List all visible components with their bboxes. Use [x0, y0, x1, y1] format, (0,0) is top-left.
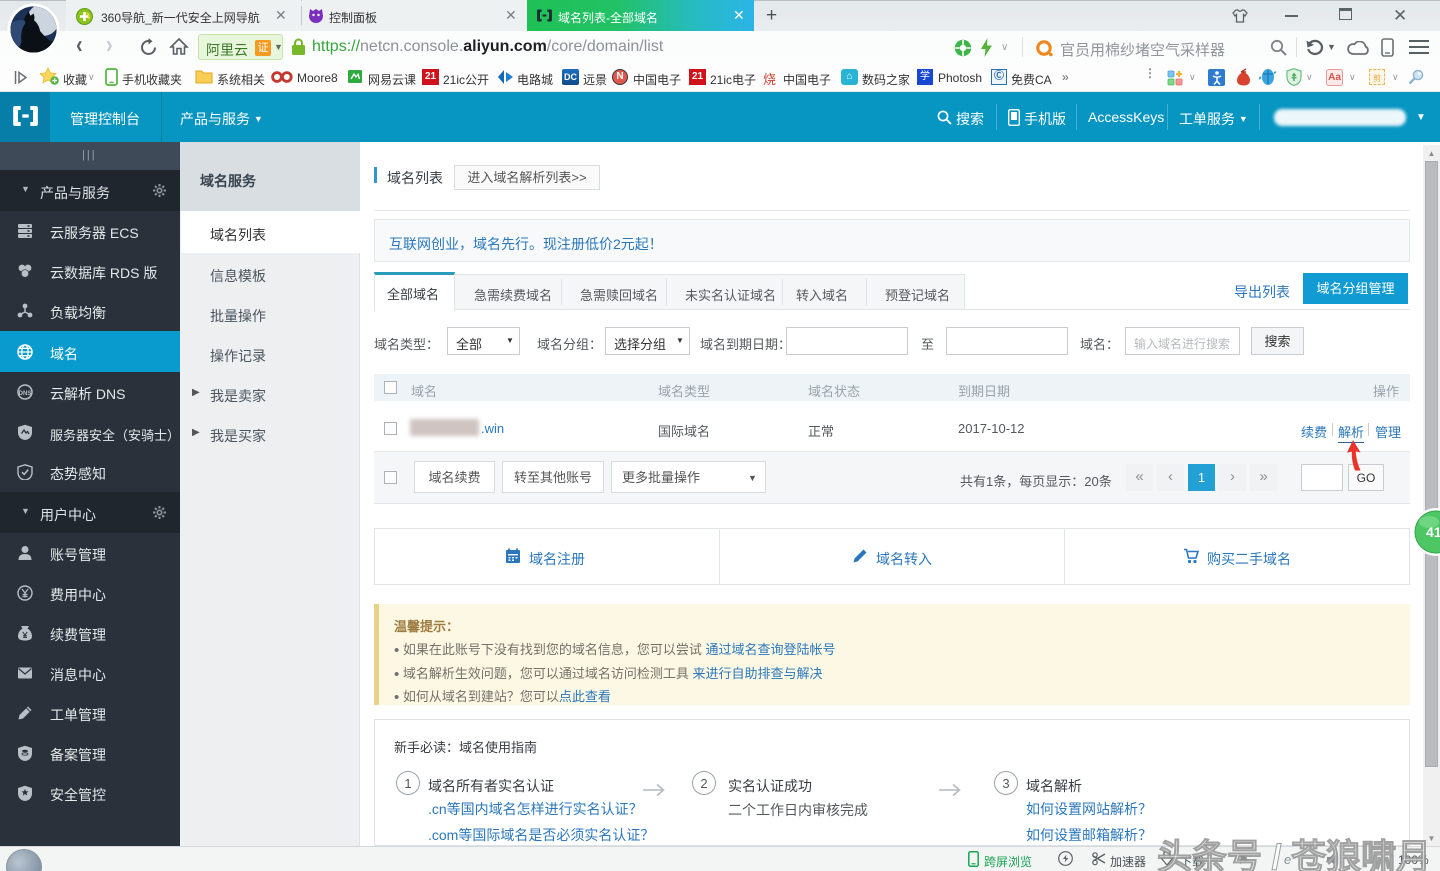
- svg-text:DNS: DNS: [19, 391, 32, 397]
- svg-text:41: 41: [1426, 524, 1440, 540]
